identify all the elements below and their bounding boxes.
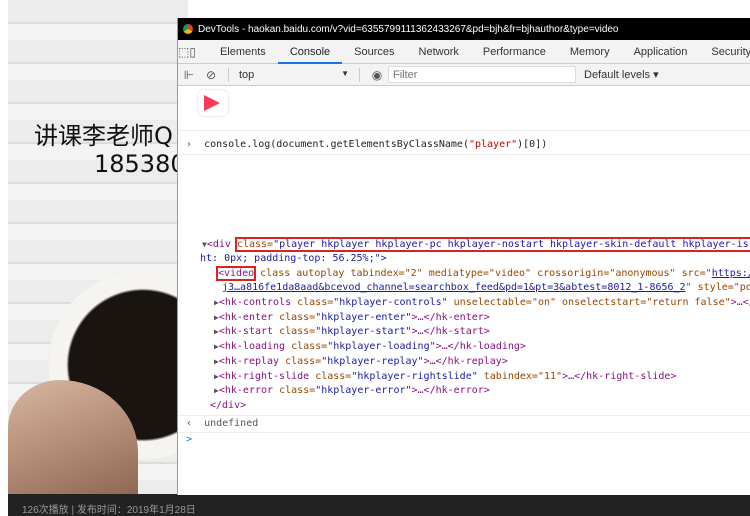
dropdown-arrow-icon: ▼ [341,68,349,78]
tab-security[interactable]: Security [699,40,750,64]
console-toolbar: ⊩ ⊘ top ▼ ◉ Default levels ▾ [178,64,750,86]
child-element-hk-right-slide[interactable]: ▶<hk-right-slide class="hkplayer-rightsl… [214,370,676,384]
child-element-hk-start[interactable]: ▶<hk-start class="hkplayer-start">…</hk-… [214,325,490,339]
tab-elements[interactable]: Elements [208,40,278,64]
chrome-icon [183,24,193,34]
tab-console[interactable]: Console [277,40,343,64]
console-prompt[interactable]: > [186,433,192,447]
context-value: top [239,68,255,81]
sidebar-toggle-icon[interactable]: ⊩ [178,68,200,82]
tab-network[interactable]: Network [407,40,471,64]
tab-memory[interactable]: Memory [558,40,622,64]
video-element-line[interactable]: <video class autoplay tabindex="2" media… [215,266,750,281]
child-element-hk-enter[interactable]: ▶<hk-enter class="hkplayer-enter">…</hk-… [214,311,490,325]
video-src-cont: j3…a816fe1da8aad&bcevod_channel=searchbo… [222,282,750,293]
video-info-bar: 126次播放 | 发布时间：2019年1月28日 [8,494,750,516]
child-element-hk-replay[interactable]: ▶<hk-replay class="hkplayer-replay">…</h… [214,355,508,369]
device-toolbar-icon[interactable]: ▯ [189,45,196,59]
divider [359,67,360,82]
child-element-hk-error[interactable]: ▶<hk-error class="hkplayer-error">…</hk-… [214,384,490,398]
haokan-logo-icon [198,90,228,116]
context-select[interactable]: top ▼ [235,69,353,81]
highlight-box-class: class="player hkplayer hkplayer-pc hkpla… [234,237,750,252]
clear-console-icon[interactable]: ⊘ [200,68,222,82]
console-input-line: › console.log(document.getElementsByClas… [186,139,548,150]
inspect-element-icon[interactable]: ⬚ [178,45,189,59]
tab-application[interactable]: Application [622,40,700,64]
tab-sources[interactable]: Sources [342,40,406,64]
devtools-tabbar: ⬚ ▯ Elements Console Sources Network Per… [178,40,750,64]
child-element-hk-controls[interactable]: ▶<hk-controls class="hkplayer-controls" … [214,296,750,310]
filter-input[interactable] [388,66,576,83]
window-title: DevTools - haokan.baidu.com/v?vid=635579… [198,23,619,35]
devtools-titlebar: DevTools - haokan.baidu.com/v?vid=635579… [178,18,750,40]
log-levels-select[interactable]: Default levels ▾ [584,68,659,81]
tab-performance[interactable]: Performance [471,40,558,64]
divider [228,67,229,82]
video-stats: 126次播放 | 发布时间：2019年1月28日 [22,505,196,516]
child-element-hk-loading[interactable]: ▶<hk-loading class="hkplayer-loading">…<… [214,340,526,354]
video-phone: 185380 [94,150,186,178]
div-element-line[interactable]: ▼<div class="player hkplayer hkplayer-pc… [202,237,750,252]
video-title: 讲课李老师Q [34,122,173,150]
div-close-tag: </div> [210,400,247,411]
highlight-box-video: <video [215,266,257,281]
div-element-cont: ht: 0px; padding-top: 56.25%;"> [200,253,387,264]
console-result-line: ‹ undefined [186,418,259,429]
devtools-window: DevTools - haokan.baidu.com/v?vid=635579… [177,18,750,495]
eye-icon[interactable]: ◉ [366,68,388,82]
video-player[interactable]: 讲课李老师Q 185380 [8,0,188,496]
